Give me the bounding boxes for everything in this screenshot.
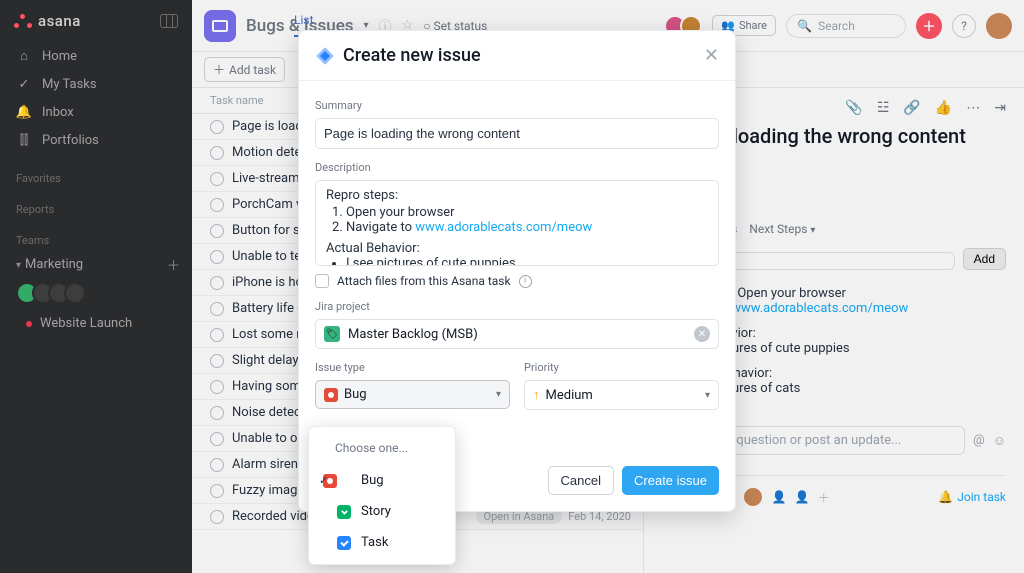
task-icon (337, 536, 351, 550)
priority-label: Priority (524, 361, 719, 374)
issue-type-dropdown: Choose one... ✓ Bug Story Task (308, 426, 456, 565)
priority-value: Medium (546, 388, 593, 403)
issue-type-option-task[interactable]: Task (309, 527, 455, 558)
asana-logo[interactable]: asana (14, 12, 81, 30)
nav-my-tasks[interactable]: ✓ My Tasks (0, 70, 192, 98)
clear-icon[interactable]: ✕ (694, 326, 710, 342)
home-icon: ⌂ (16, 48, 32, 64)
info-icon[interactable]: i (519, 275, 532, 288)
section-reports: Reports (0, 189, 192, 220)
jira-icon (315, 46, 335, 66)
asana-logo-icon (14, 14, 32, 28)
repro-link[interactable]: www.adorablecats.com/meow (415, 220, 592, 235)
nav-portfolios[interactable]: ⫿⫿ Portfolios (0, 126, 192, 154)
bell-icon: 🔔 (16, 104, 32, 120)
jira-project-select[interactable]: 🏷 Master Backlog (MSB) ✕ (315, 319, 719, 349)
close-icon[interactable]: ✕ (704, 45, 719, 66)
nav-home-label: Home (42, 49, 77, 64)
caret-down-icon: ▾ (16, 260, 21, 271)
cancel-button[interactable]: Cancel (548, 466, 614, 495)
issue-type-value: Bug (344, 387, 367, 402)
nav-portfolios-label: Portfolios (42, 133, 99, 148)
plus-icon[interactable]: ＋ (167, 255, 180, 274)
avatar-placeholder (64, 282, 86, 304)
section-teams: Teams (0, 220, 192, 251)
nav-home[interactable]: ⌂ Home (0, 42, 192, 70)
jira-project-label: Jira project (315, 300, 719, 313)
option-label: Story (361, 504, 391, 519)
chevron-down-icon: ▾ (496, 389, 501, 400)
option-label: Task (361, 535, 388, 550)
create-issue-button[interactable]: Create issue (622, 466, 719, 495)
project-website-launch-label: Website Launch (40, 316, 132, 331)
summary-label: Summary (315, 99, 719, 112)
option-label: Bug (361, 473, 384, 488)
summary-input[interactable] (315, 118, 719, 149)
nav-inbox-label: Inbox (42, 105, 74, 120)
issue-type-label: Issue type (315, 361, 510, 374)
project-avatar-icon: 🏷 (324, 326, 340, 342)
section-favorites: Favorites (0, 158, 192, 189)
dropdown-header: Choose one... (309, 433, 455, 465)
collapse-sidebar-icon[interactable] (160, 14, 178, 28)
project-website-launch[interactable]: Website Launch (0, 312, 192, 335)
bug-icon (324, 388, 338, 402)
modal-title: Create new issue (343, 45, 481, 66)
issue-type-option-bug[interactable]: ✓ Bug (309, 465, 455, 496)
nav-inbox[interactable]: 🔔 Inbox (0, 98, 192, 126)
team-marketing[interactable]: ▾ Marketing ＋ (0, 251, 192, 280)
jira-project-value: Master Backlog (MSB) (348, 327, 478, 342)
team-avatar-strip (0, 280, 192, 312)
issue-type-option-story[interactable]: Story (309, 496, 455, 527)
description-input[interactable]: Repro steps: Open your browser Navigate … (315, 180, 719, 266)
brand-text: asana (38, 12, 81, 30)
check-circle-icon: ✓ (16, 76, 32, 92)
checkmark-icon: ✓ (319, 474, 328, 487)
bars-icon: ⫿⫿ (16, 132, 32, 148)
priority-medium-icon: ↑ (533, 387, 540, 403)
description-label: Description (315, 161, 719, 174)
primary-nav: ⌂ Home ✓ My Tasks 🔔 Inbox ⫿⫿ Portfolios (0, 38, 192, 158)
attach-files-checkbox[interactable] (315, 274, 329, 288)
priority-select[interactable]: ↑ Medium ▾ (524, 380, 719, 410)
team-marketing-label: Marketing (25, 257, 83, 272)
left-sidebar: asana ⌂ Home ✓ My Tasks 🔔 Inbox ⫿⫿ Portfolio… (0, 0, 192, 573)
story-icon (337, 505, 351, 519)
project-dot-icon (26, 321, 32, 327)
issue-type-select[interactable]: Bug ▾ (315, 380, 510, 409)
nav-my-tasks-label: My Tasks (42, 77, 97, 92)
attach-files-label: Attach files from this Asana task (337, 274, 511, 288)
brand-row: asana (0, 0, 192, 38)
chevron-down-icon: ▾ (705, 390, 710, 401)
